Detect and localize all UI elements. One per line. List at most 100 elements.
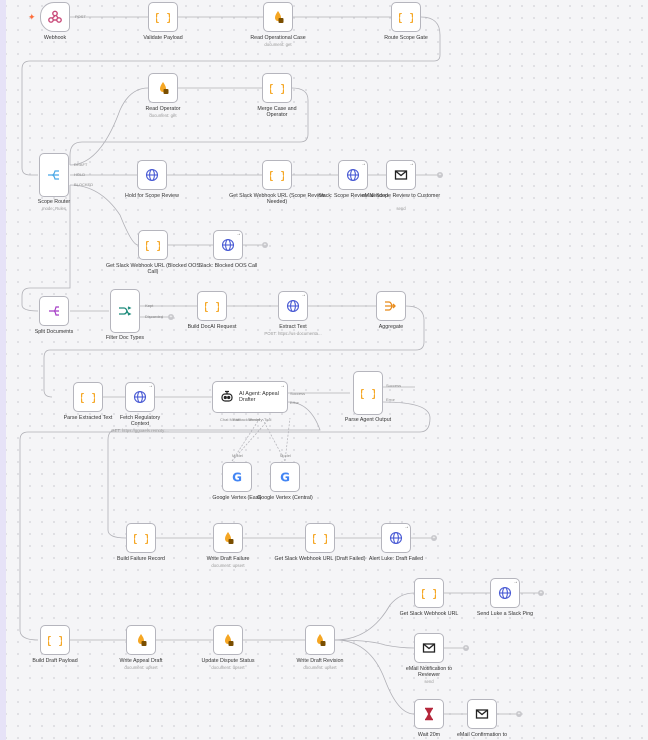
vertex-east-node[interactable]: G [222, 462, 252, 492]
node-subtitle: send [424, 679, 434, 684]
node-label: Validate Payload [143, 35, 183, 41]
ai-agent-node[interactable]: AI Agent: Appeal Drafter [212, 381, 288, 413]
node-status-icon: → [409, 161, 414, 167]
hourglass-icon [422, 707, 436, 721]
route-gate-node[interactable]: { } [391, 2, 421, 32]
node-subtitle: document: upsert [303, 665, 337, 670]
database-icon [221, 531, 235, 545]
envelope-icon [394, 168, 408, 182]
database-icon [221, 633, 235, 647]
node-subtitle: mode: Rules [41, 206, 67, 211]
database-icon [156, 81, 170, 95]
node-label: Google Vertex (Central) [257, 495, 313, 501]
node-label: Extract Text [279, 324, 307, 330]
port-label: Memory [248, 417, 263, 422]
scope-router-node[interactable] [39, 153, 69, 197]
vertex-central-node[interactable]: G [270, 462, 300, 492]
node-status-icon: → [301, 292, 306, 298]
robot-icon [219, 389, 235, 405]
aggregate-node[interactable] [376, 291, 406, 321]
svg-text:{ }: { } [134, 532, 148, 545]
email-confirm-node[interactable] [467, 699, 497, 729]
code-braces-icon: { } [270, 81, 284, 95]
email-reviewer-node[interactable] [414, 633, 444, 663]
node-label: Update Dispute Status [201, 658, 255, 664]
globe-icon [145, 168, 159, 182]
merge-case-node[interactable]: { } [262, 73, 292, 103]
parse-extracted-node[interactable]: { } [73, 382, 103, 412]
node-label: eMail Notification to Reviewer [405, 666, 453, 679]
add-node-button[interactable]: + [262, 242, 268, 248]
svg-text:G: G [280, 471, 290, 485]
workflow-canvas[interactable]: ✦ Webhook POST { } Validate Payload Read Ope… [0, 0, 648, 740]
add-node-button[interactable]: + [538, 590, 544, 596]
globe-icon [498, 586, 512, 600]
validate-node[interactable]: { } [148, 2, 178, 32]
filter-docs-node[interactable] [110, 289, 140, 333]
node-label: Alert Luke: Draft Failed [368, 556, 424, 562]
svg-text:G: G [232, 471, 242, 485]
node-subtitle: GET: https://ggoaels.remoty.... [111, 428, 169, 433]
database-icon [134, 633, 148, 647]
globe-icon [221, 238, 235, 252]
node-subtitle: POST: https://us-documenta... [264, 331, 322, 336]
node-label: Parse Agent Output [344, 417, 392, 423]
read-operator-node[interactable] [148, 73, 178, 103]
google-icon: G [229, 469, 245, 485]
code-braces-icon: { } [156, 10, 170, 24]
node-subtitle: document: get [149, 113, 177, 118]
build-failure-node[interactable]: { } [126, 523, 156, 553]
node-label: eMail Scope Review to Customer [361, 193, 441, 199]
node-label: eMail Confirmation to [456, 732, 508, 738]
node-label: Build Draft Payload [32, 658, 78, 664]
update-dispute-node[interactable] [213, 625, 243, 655]
globe-icon [346, 168, 360, 182]
build-payload-node[interactable]: { } [40, 625, 70, 655]
hold-review-node[interactable] [137, 160, 167, 190]
port-label: Kept [145, 303, 154, 308]
node-subtitle: send [396, 206, 406, 211]
add-node-button[interactable]: + [431, 535, 437, 541]
get-slack-scope-node[interactable]: { } [262, 160, 292, 190]
build-docai-node[interactable]: { } [197, 291, 227, 321]
node-label: Write Draft Failure [206, 556, 250, 562]
get-slack-blocked-node[interactable]: { } [138, 230, 168, 260]
write-revision-node[interactable] [305, 625, 335, 655]
node-status-icon: → [280, 383, 285, 389]
get-slack-url-node[interactable]: { } [414, 578, 444, 608]
edge [334, 639, 415, 649]
write-appeal-node[interactable] [126, 625, 156, 655]
add-node-button[interactable]: + [168, 314, 174, 320]
code-braces-icon: { } [146, 238, 160, 252]
wait-node[interactable] [414, 699, 444, 729]
read-case-node[interactable] [263, 2, 293, 32]
add-node-button[interactable]: + [437, 172, 443, 178]
add-node-button[interactable]: + [463, 645, 469, 651]
port-label: DRAFT [74, 162, 88, 167]
add-node-button[interactable]: + [516, 711, 522, 717]
node-label: Fetch Regulatory Context [119, 415, 161, 428]
node-label: Merge Case and Operator [257, 106, 297, 119]
split-icon [46, 303, 62, 319]
parse-agent-node[interactable]: { } [353, 371, 383, 415]
node-label: Webhook [43, 35, 67, 41]
code-braces-icon: { } [313, 531, 327, 545]
webhook-node[interactable] [40, 2, 70, 32]
split-docs-node[interactable] [39, 296, 69, 326]
node-subtitle: document: upsert [124, 665, 158, 670]
node-subtitle: document: get [264, 42, 292, 47]
code-braces-icon: { } [270, 168, 284, 182]
database-icon [271, 10, 285, 24]
globe-icon [389, 531, 403, 545]
node-label: Read Operational Case [250, 35, 306, 41]
get-slack-failed-node[interactable]: { } [305, 523, 335, 553]
google-icon: G [277, 469, 293, 485]
router-icon [46, 167, 62, 183]
svg-text:{ }: { } [422, 587, 436, 600]
node-label: Aggregate [378, 324, 404, 330]
webhook-icon [47, 9, 63, 25]
node-label: AI Agent: Appeal Drafter [239, 390, 279, 403]
envelope-icon [422, 641, 436, 655]
write-failure-node[interactable] [213, 523, 243, 553]
port-label: Discarded [145, 314, 164, 319]
